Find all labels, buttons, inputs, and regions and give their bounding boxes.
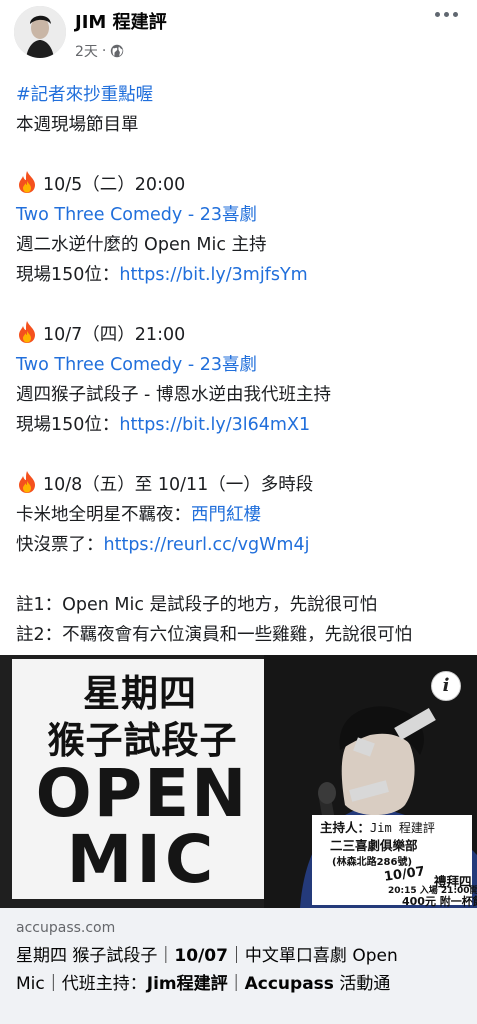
link-preview-title: 星期四 猴子試段子｜10/07｜中文單口喜劇 Open Mic｜代班主持：Jim… <box>16 946 398 994</box>
event-3-ticket-link[interactable]: https://reurl.cc/vgWm4j <box>104 535 310 555</box>
note-1: 註1：Open Mic 是試段子的地方，先說很可怕 <box>16 595 378 615</box>
event-1-ticket-link[interactable]: https://bit.ly/3mjfsYm <box>119 265 307 285</box>
fire-emoji-icon <box>16 170 38 194</box>
event-1-ticket: 現場150位：https://bit.ly/3mjfsYm <box>16 265 308 285</box>
poster-club: 二三喜劇俱樂部 <box>330 838 418 853</box>
more-options-icon[interactable] <box>431 4 461 24</box>
event-1-venue-link[interactable]: Two Three Comedy - 23喜劇 <box>16 205 257 225</box>
event-3-venue-link[interactable]: 西門紅樓 <box>191 505 261 525</box>
event-2-desc: 週四猴子試段子 - 博恩水逆由我代班主持 <box>16 385 331 405</box>
event-poster-image[interactable]: 星期四 猴子試段子 OPEN MIC i 主持人：Jim 程建評 二三喜劇俱樂部… <box>0 655 477 908</box>
meta-separator: · <box>101 43 107 59</box>
event-3-desc: 卡米地全明星不羈夜：西門紅樓 <box>16 505 261 525</box>
event-2-ticket-link[interactable]: https://bit.ly/3l64mX1 <box>119 415 310 435</box>
event-1-desc: 週二水逆什麼的 Open Mic 主持 <box>16 235 267 255</box>
post-header: JIM 程建評 2天 · <box>0 0 477 72</box>
event-2-venue-link[interactable]: Two Three Comedy - 23喜劇 <box>16 355 257 375</box>
poster-mic-text: MIC <box>66 821 218 898</box>
globe-icon[interactable] <box>110 44 124 58</box>
info-icon[interactable]: i <box>431 671 461 701</box>
poster-host-label: 主持人： <box>320 820 371 835</box>
event-1-date: 10/5（二）20:00 <box>16 170 471 200</box>
event-3-ticket: 快沒票了：https://reurl.cc/vgWm4j <box>16 535 310 555</box>
link-preview-card[interactable]: accupass.com 星期四 猴子試段子｜10/07｜中文單口喜劇 Open… <box>0 908 477 1024</box>
poster-host-name: Jim 程建評 <box>370 821 435 835</box>
author-avatar[interactable] <box>14 6 66 58</box>
poster-title-line1: 星期四 <box>83 671 197 715</box>
note-2: 註2：不羈夜會有六位演員和一些雞雞，先說很可怕 <box>16 625 413 645</box>
event-2-ticket: 現場150位：https://bit.ly/3l64mX1 <box>16 415 311 435</box>
fire-emoji-icon <box>16 320 38 344</box>
poster-price: 400元 附一杯飲料 <box>402 895 477 908</box>
hashtag-link[interactable]: #記者來抄重點喔 <box>16 85 153 105</box>
poster-open-text: OPEN <box>35 755 249 832</box>
intro-text: 本週現場節目單 <box>16 115 139 135</box>
event-3-date: 10/8（五）至 10/11（一）多時段 <box>16 470 471 500</box>
event-2-date: 10/7（四）21:00 <box>16 320 471 350</box>
poster-address: (林森北路286號) <box>332 857 413 868</box>
fire-emoji-icon <box>16 470 38 494</box>
post-time[interactable]: 2天 <box>75 41 98 61</box>
link-preview-domain: accupass.com <box>16 920 116 936</box>
poster-host-card: 主持人：Jim 程建評 二三喜劇俱樂部 (林森北路286號) 10/07 禮拜四… <box>312 815 477 908</box>
author-name[interactable]: JIM 程建評 <box>75 8 167 34</box>
post-body: #記者來抄重點喔 本週現場節目單 10/5（二）20:00 Two Three … <box>16 80 471 650</box>
post-meta: 2天 · <box>75 41 124 61</box>
